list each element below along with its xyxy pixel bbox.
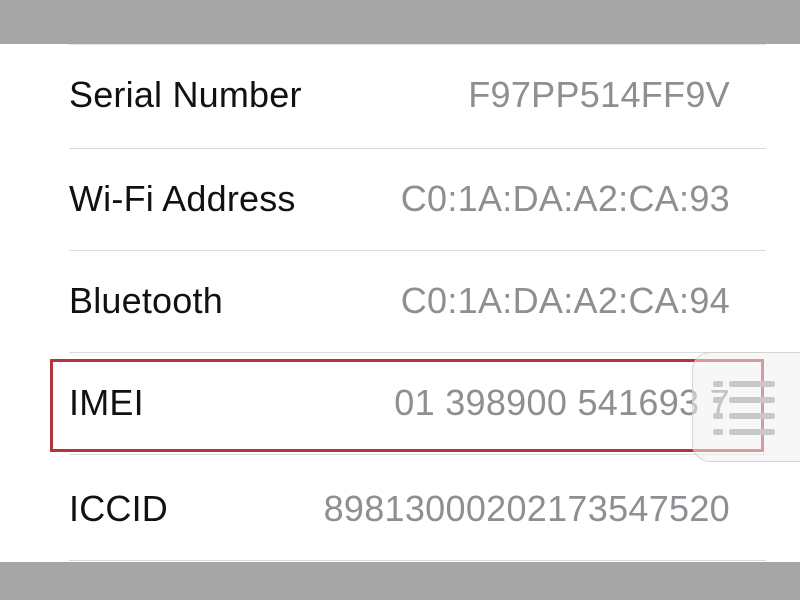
- serial-number-value[interactable]: F97PP514FF9V: [468, 74, 730, 116]
- wifi-address-value[interactable]: C0:1A:DA:A2:CA:93: [401, 178, 730, 220]
- list-icon: [713, 381, 775, 435]
- assistive-touch-button[interactable]: [692, 352, 800, 462]
- serial-number-label: Serial Number: [69, 74, 302, 115]
- imei-label: IMEI: [69, 382, 144, 423]
- bluetooth-label: Bluetooth: [69, 280, 223, 321]
- row-divider: [69, 454, 766, 455]
- row-divider: [69, 560, 766, 561]
- row-iccid[interactable]: ICCID 89813000202173547520: [0, 458, 800, 560]
- row-wifi-address[interactable]: Wi-Fi Address C0:1A:DA:A2:CA:93: [0, 148, 800, 250]
- row-serial-number[interactable]: Serial Number F97PP514FF9V: [0, 44, 800, 146]
- imei-value[interactable]: 01 398900 541693 7: [394, 382, 730, 424]
- wifi-address-label: Wi-Fi Address: [69, 178, 296, 219]
- about-settings-list: Serial Number F97PP514FF9V Wi-Fi Address…: [0, 44, 800, 562]
- bluetooth-value[interactable]: C0:1A:DA:A2:CA:94: [401, 280, 730, 322]
- row-bluetooth[interactable]: Bluetooth C0:1A:DA:A2:CA:94: [0, 250, 800, 352]
- iccid-label: ICCID: [69, 488, 168, 529]
- row-imei[interactable]: IMEI 01 398900 541693 7: [0, 352, 800, 454]
- iccid-value[interactable]: 89813000202173547520: [324, 488, 730, 530]
